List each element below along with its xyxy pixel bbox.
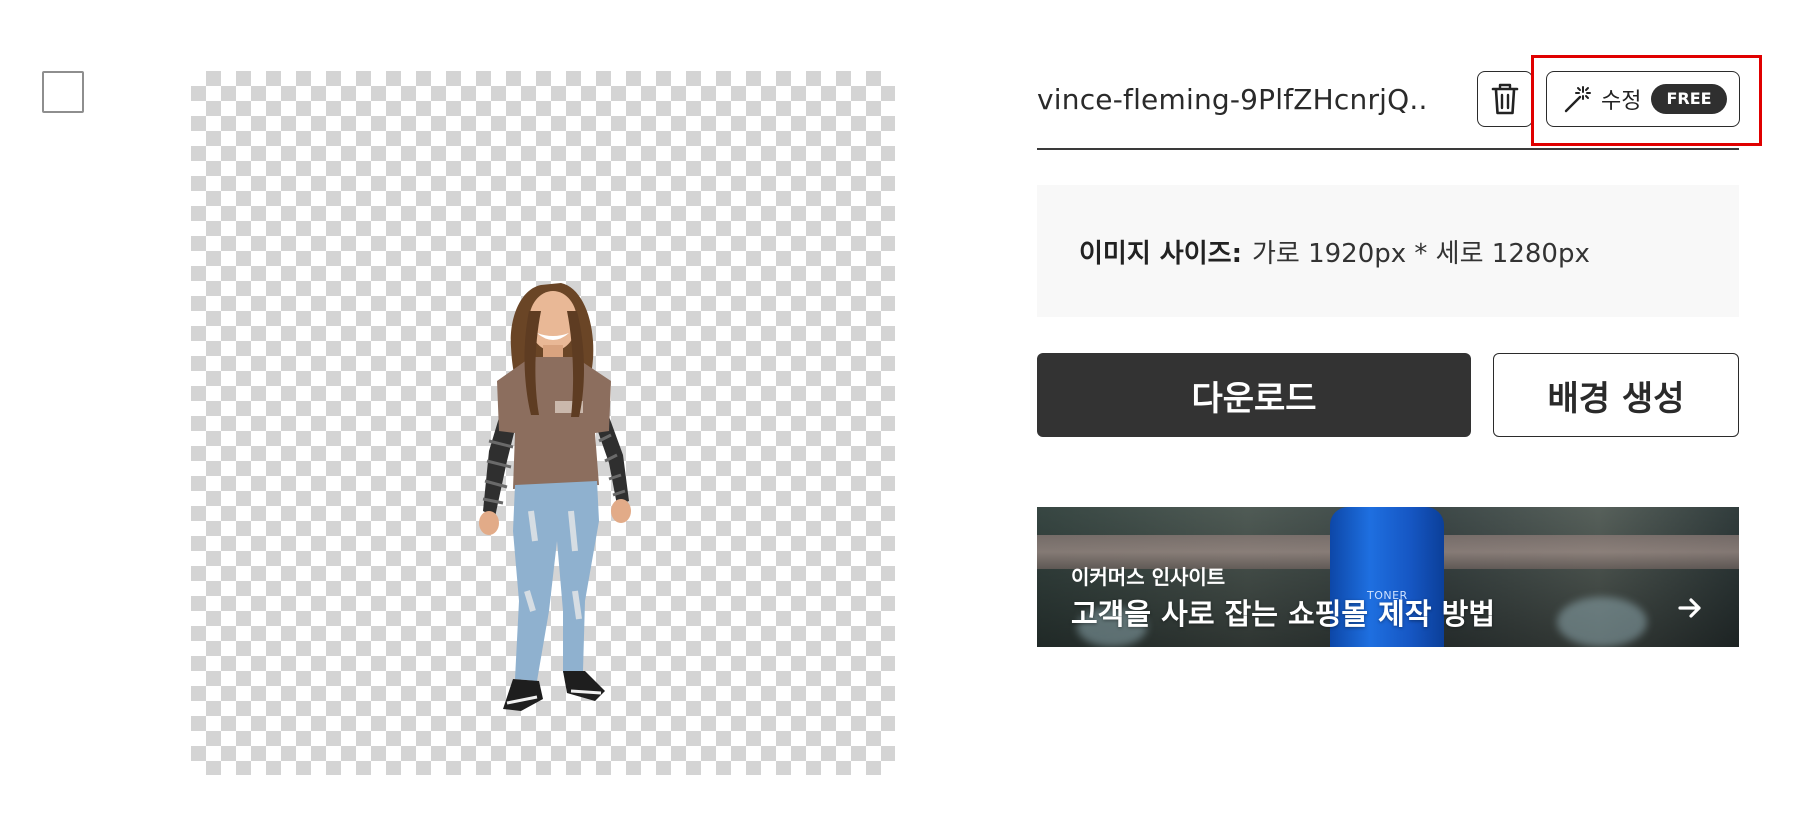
promo-banner[interactable]: TONER 이커머스 인사이트 고객을 사로 잡는 쇼핑몰 제작 방법: [1037, 507, 1739, 647]
edit-label: 수정: [1601, 89, 1642, 114]
generate-background-button[interactable]: 배경 생성: [1493, 353, 1739, 437]
free-badge: FREE: [1651, 84, 1727, 114]
arrow-right-icon: [1678, 598, 1701, 618]
delete-button[interactable]: [1477, 71, 1533, 127]
result-page: vince-fleming-9PlfZHcnrjQ... 수정 FREE 이미지…: [0, 0, 1799, 820]
cutout-person-image: [479, 283, 631, 711]
file-name: vince-fleming-9PlfZHcnrjQ...: [1037, 83, 1427, 116]
banner-bokeh: [1557, 597, 1647, 647]
header-divider: [1037, 148, 1739, 150]
banner-kicker: 이커머스 인사이트: [1071, 565, 1226, 589]
image-size-label: 이미지 사이즈:: [1079, 238, 1242, 269]
trash-icon: [1491, 83, 1519, 115]
image-preview: [191, 71, 895, 775]
select-checkbox[interactable]: [42, 71, 84, 113]
download-button[interactable]: 다운로드: [1037, 353, 1471, 437]
banner-headline: 고객을 사로 잡는 쇼핑몰 제작 방법: [1071, 597, 1496, 631]
edit-button[interactable]: 수정 FREE: [1546, 71, 1740, 127]
image-size-value: 가로 1920px * 세로 1280px: [1251, 238, 1590, 269]
image-info-panel: 이미지 사이즈: 가로 1920px * 세로 1280px: [1037, 185, 1739, 317]
magic-wand-icon: [1564, 86, 1591, 113]
